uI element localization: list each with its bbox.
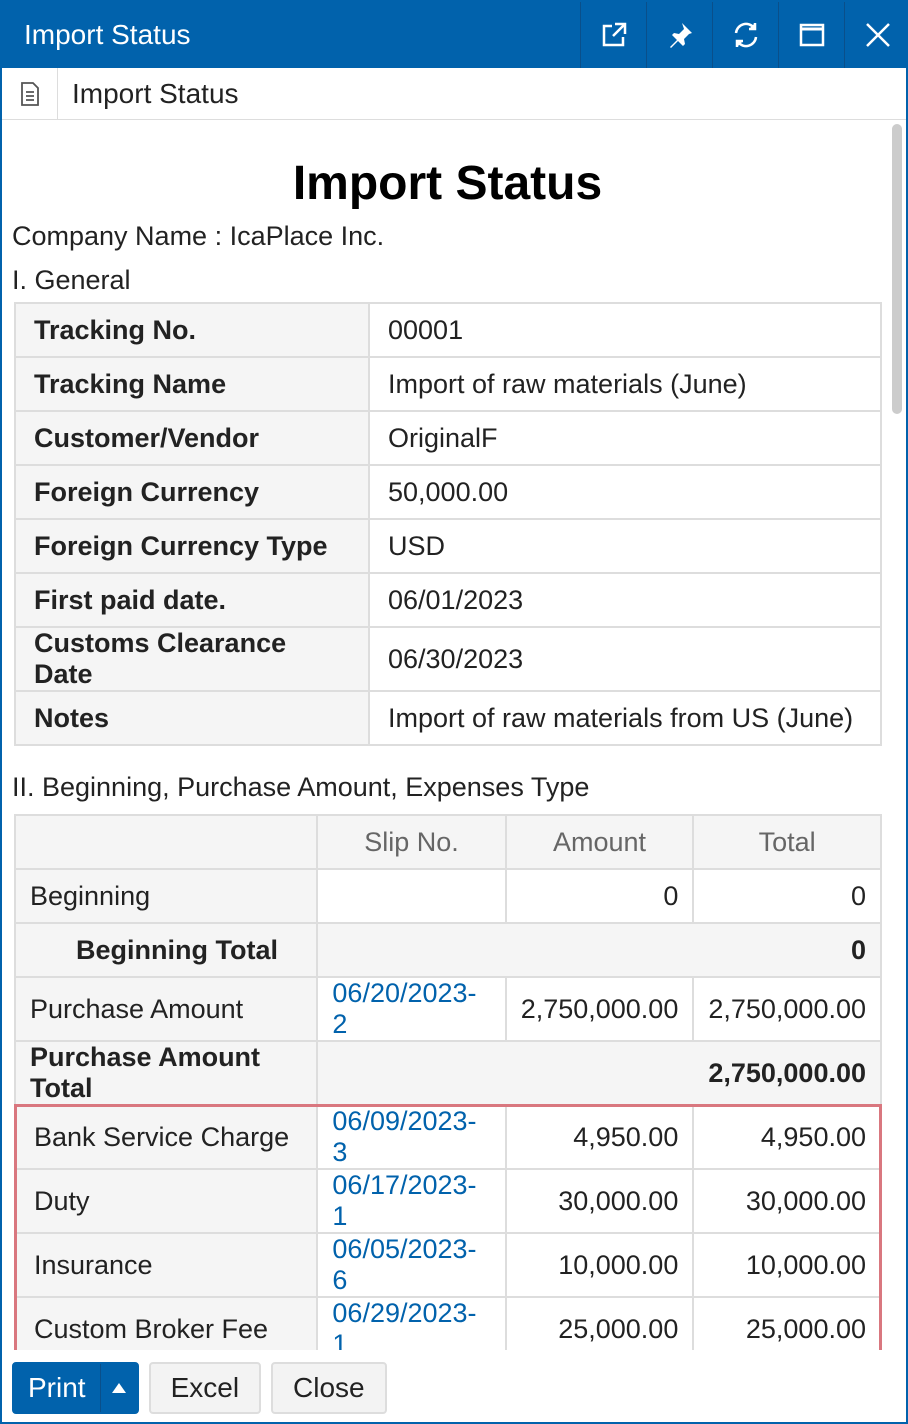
- slip-no-link[interactable]: 06/20/2023-2: [317, 977, 505, 1041]
- field-label: Tracking Name: [15, 357, 369, 411]
- row-label: Beginning Total: [15, 923, 317, 977]
- general-row: Foreign Currency50,000.00: [15, 465, 881, 519]
- footer: Print Excel Close: [2, 1352, 906, 1424]
- total: 0: [317, 923, 881, 977]
- field-label: First paid date.: [15, 573, 369, 627]
- close-window-button[interactable]: [844, 2, 908, 68]
- total: 30,000.00: [693, 1169, 881, 1233]
- close-button[interactable]: Close: [271, 1362, 387, 1414]
- amount: 4,950.00: [506, 1105, 694, 1169]
- maximize-icon: [799, 23, 825, 47]
- pin-icon: [667, 22, 693, 48]
- amount: 30,000.00: [506, 1169, 694, 1233]
- amount: 2,750,000.00: [506, 977, 694, 1041]
- section-general-heading: I. General: [12, 258, 883, 302]
- title-bar: Import Status: [2, 2, 908, 68]
- expense-row: Insurance06/05/2023-610,000.0010,000.00: [15, 1233, 881, 1297]
- caret-up-icon[interactable]: [100, 1364, 137, 1412]
- field-label: Foreign Currency: [15, 465, 369, 519]
- total: 10,000.00: [693, 1233, 881, 1297]
- field-value: 00001: [369, 303, 881, 357]
- general-row: Customs Clearance Date06/30/2023: [15, 627, 881, 691]
- print-button[interactable]: Print: [12, 1362, 139, 1414]
- report-content: Import Status Company Name : IcaPlace In…: [2, 120, 887, 1350]
- expense-row: Custom Broker Fee06/29/2023-125,000.0025…: [15, 1297, 881, 1350]
- tab-bar: Import Status: [2, 68, 906, 120]
- row-label: Custom Broker Fee: [15, 1297, 317, 1350]
- general-row: First paid date.06/01/2023: [15, 573, 881, 627]
- total: 25,000.00: [693, 1297, 881, 1350]
- header-empty: [15, 815, 317, 869]
- field-value: 06/30/2023: [369, 627, 881, 691]
- header-slip-no: Slip No.: [317, 815, 505, 869]
- slip-no-link[interactable]: 06/09/2023-3: [317, 1105, 505, 1169]
- slip-no-link[interactable]: 06/29/2023-1: [317, 1297, 505, 1350]
- row-label: Bank Service Charge: [15, 1105, 317, 1169]
- field-label: Tracking No.: [15, 303, 369, 357]
- field-value: USD: [369, 519, 881, 573]
- general-table: Tracking No.00001Tracking NameImport of …: [14, 302, 882, 746]
- general-row: NotesImport of raw materials from US (Ju…: [15, 691, 881, 745]
- close-icon: [865, 22, 891, 48]
- general-row: Customer/VendorOriginalF: [15, 411, 881, 465]
- total: 0: [693, 869, 881, 923]
- row-label: Insurance: [15, 1233, 317, 1297]
- beginning-total-row: Beginning Total 0: [15, 923, 881, 977]
- field-value: Import of raw materials from US (June): [369, 691, 881, 745]
- general-row: Tracking No.00001: [15, 303, 881, 357]
- row-label: Beginning: [15, 869, 317, 923]
- amount: 0: [506, 869, 694, 923]
- field-value: OriginalF: [369, 411, 881, 465]
- popout-button[interactable]: [580, 2, 646, 68]
- window-title: Import Status: [2, 19, 580, 51]
- general-row: Tracking NameImport of raw materials (Ju…: [15, 357, 881, 411]
- general-row: Foreign Currency TypeUSD: [15, 519, 881, 573]
- field-label: Customs Clearance Date: [15, 627, 369, 691]
- row-label: Purchase Amount Total: [15, 1041, 317, 1105]
- header-amount: Amount: [506, 815, 694, 869]
- header-total: Total: [693, 815, 881, 869]
- pin-button[interactable]: [646, 2, 712, 68]
- purchase-row: Purchase Amount 06/20/2023-2 2,750,000.0…: [15, 977, 881, 1041]
- print-label: Print: [14, 1372, 100, 1404]
- beginning-row: Beginning 0 0: [15, 869, 881, 923]
- excel-button[interactable]: Excel: [149, 1362, 261, 1414]
- company-name: Company Name : IcaPlace Inc.: [12, 214, 883, 258]
- field-value: Import of raw materials (June): [369, 357, 881, 411]
- expense-row: Duty06/17/2023-130,000.0030,000.00: [15, 1169, 881, 1233]
- amount: 25,000.00: [506, 1297, 694, 1350]
- amounts-table: Slip No. Amount Total Beginning 0 0 Begi…: [14, 814, 882, 1350]
- row-label: Duty: [15, 1169, 317, 1233]
- field-value: 50,000.00: [369, 465, 881, 519]
- expense-row: Bank Service Charge06/09/2023-34,950.004…: [15, 1105, 881, 1169]
- total: 2,750,000.00: [317, 1041, 881, 1105]
- total: 2,750,000.00: [693, 977, 881, 1041]
- maximize-button[interactable]: [778, 2, 844, 68]
- section-amounts-heading: II. Beginning, Purchase Amount, Expenses…: [12, 760, 883, 814]
- external-link-icon: [601, 22, 627, 48]
- slip-no: [317, 869, 505, 923]
- scrollbar[interactable]: [892, 124, 902, 414]
- tab-title[interactable]: Import Status: [58, 78, 239, 110]
- refresh-icon: [732, 21, 760, 49]
- field-label: Foreign Currency Type: [15, 519, 369, 573]
- field-label: Notes: [15, 691, 369, 745]
- row-label: Purchase Amount: [15, 977, 317, 1041]
- slip-no-link[interactable]: 06/05/2023-6: [317, 1233, 505, 1297]
- slip-no-link[interactable]: 06/17/2023-1: [317, 1169, 505, 1233]
- total: 4,950.00: [693, 1105, 881, 1169]
- expenses-group: Bank Service Charge06/09/2023-34,950.004…: [15, 1105, 881, 1350]
- refresh-button[interactable]: [712, 2, 778, 68]
- document-icon: [2, 68, 58, 120]
- report-title: Import Status: [12, 154, 883, 214]
- amount: 10,000.00: [506, 1233, 694, 1297]
- field-label: Customer/Vendor: [15, 411, 369, 465]
- field-value: 06/01/2023: [369, 573, 881, 627]
- purchase-total-row: Purchase Amount Total 2,750,000.00: [15, 1041, 881, 1105]
